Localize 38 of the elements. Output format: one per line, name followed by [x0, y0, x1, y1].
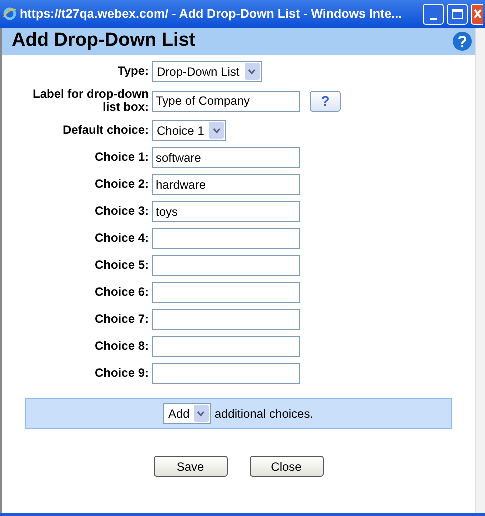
text-field[interactable] — [152, 255, 300, 276]
text-field[interactable] — [152, 282, 300, 303]
field-label: Choice 5: — [94, 259, 149, 272]
field-label: Choice 7: — [94, 313, 149, 326]
scrollbar[interactable] — [475, 28, 485, 513]
field-label: Choice 6: — [94, 286, 149, 299]
help-button[interactable]: ? — [310, 90, 341, 112]
help-icon[interactable] — [453, 32, 472, 51]
close-button[interactable] — [471, 4, 483, 24]
text-field[interactable]: software — [152, 147, 300, 168]
field-label: Choice 4: — [94, 232, 149, 245]
text-field[interactable]: toys — [152, 201, 300, 222]
field-label: Type: — [116, 65, 149, 78]
field-label: Choice 8: — [94, 340, 149, 353]
window-title: https://t27qa.webex.com/ - Add Drop-Down List - Windows Inte... — [20, 6, 404, 23]
text-field[interactable]: Type of Company — [152, 90, 300, 112]
close-button[interactable]: Close — [250, 456, 324, 477]
type-select[interactable]: Drop-Down List — [152, 61, 262, 82]
text-field[interactable] — [152, 309, 300, 330]
field-label: Choice 2: — [94, 178, 149, 191]
field-label: Label for drop-down list box: — [32, 88, 149, 114]
text-field[interactable] — [152, 363, 300, 384]
field-label: Choice 9: — [94, 367, 149, 380]
field-label: Default choice: — [62, 124, 149, 137]
text-field[interactable] — [152, 336, 300, 357]
text-field[interactable] — [152, 228, 300, 249]
field-label: Choice 1: — [94, 151, 149, 164]
close-icon — [474, 9, 482, 19]
save-button[interactable]: Save — [154, 456, 228, 477]
add-select[interactable]: Add — [163, 403, 211, 424]
additional-choices-label: additional choices. — [214, 406, 314, 422]
browser-logo-icon — [3, 7, 17, 21]
default-choice-select[interactable]: Choice 1 — [152, 120, 226, 141]
minimize-button[interactable] — [423, 4, 444, 24]
dialog-title: Add Drop-Down List — [12, 29, 197, 54]
text-field[interactable]: hardware — [152, 174, 300, 195]
field-label: Choice 3: — [94, 205, 149, 218]
maximize-button[interactable] — [447, 4, 468, 24]
